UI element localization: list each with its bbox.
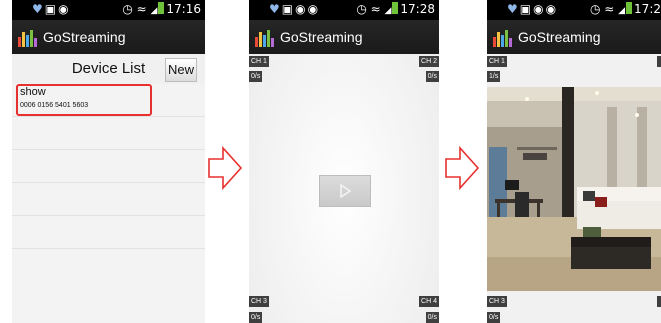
status-notification-icons: ♥▣◉	[32, 2, 71, 16]
next-step-arrow-icon	[445, 145, 480, 191]
app-bar: GoStreaming	[249, 20, 439, 54]
device-list-header: Device List New	[12, 54, 205, 84]
battery-icon	[626, 2, 633, 14]
status-notification-icons: ♥▣◉◉	[269, 2, 321, 16]
app-title: GoStreaming	[43, 29, 126, 45]
channel-3-label[interactable]: CH 3	[487, 296, 507, 307]
gostreaming-logo-icon	[493, 27, 515, 47]
status-time: 17:28	[400, 2, 435, 16]
status-right: ◷ ≈ ◢ 17:16	[122, 2, 201, 16]
new-device-button[interactable]: New	[165, 58, 197, 82]
status-right: ◷ ≈ ◢ 17:2	[589, 2, 661, 16]
camera-live-image[interactable]	[487, 87, 661, 291]
channel-3-label[interactable]: CH 3	[249, 296, 269, 307]
status-bar: ♥▣◉ ◷ ≈ ◢ 17:16	[12, 0, 205, 20]
status-notification-icons: ♥▣◉◉	[507, 2, 559, 16]
battery-icon	[158, 2, 165, 14]
phone-screen-device-list: ♥▣◉ ◷ ≈ ◢ 17:16 GoStreaming Device List N…	[12, 0, 205, 323]
status-right: ◷ ≈ ◢ 17:28	[356, 2, 435, 16]
channel-2-label[interactable]: CH 2	[419, 56, 439, 67]
status-time: 17:16	[166, 2, 201, 16]
channel-2-label-clipped[interactable]	[657, 56, 661, 67]
battery-icon	[392, 2, 399, 14]
app-bar: GoStreaming	[12, 20, 205, 54]
channel-3-rate: 0/s	[249, 312, 263, 323]
channel-2-rate: 0/s	[425, 71, 439, 82]
channel-3-rate: 0/s	[487, 312, 501, 323]
gostreaming-logo-icon	[255, 27, 277, 47]
app-title: GoStreaming	[280, 29, 363, 45]
status-bar: ♥▣◉◉ ◷ ≈ ◢ 17:28	[249, 0, 439, 20]
play-icon	[340, 183, 352, 199]
next-step-arrow-icon	[208, 145, 243, 191]
channel-1-rate: 1/s	[487, 71, 501, 82]
channel-4-label-clipped[interactable]	[657, 296, 661, 307]
channel-1-label[interactable]: CH 1	[249, 56, 269, 67]
status-bar: ♥▣◉◉ ◷ ≈ ◢ 17:2	[487, 0, 661, 20]
empty-list-row	[12, 150, 205, 183]
channel-4-rate: 0/s	[425, 312, 439, 323]
empty-list-row	[12, 117, 205, 150]
channel-1-rate: 0/s	[249, 71, 263, 82]
empty-list-row	[12, 183, 205, 216]
app-title: GoStreaming	[518, 29, 601, 45]
empty-list-row	[12, 216, 205, 249]
phone-screen-channels: ♥▣◉◉ ◷ ≈ ◢ 17:28 GoStreaming CH 1 0/s CH …	[249, 0, 439, 323]
highlight-box	[16, 84, 152, 116]
status-time: 17:2	[634, 2, 661, 16]
app-bar: GoStreaming	[487, 20, 661, 54]
channel-4-label[interactable]: CH 4	[419, 296, 439, 307]
channel-1-label[interactable]: CH 1	[487, 56, 507, 67]
gostreaming-logo-icon	[18, 27, 40, 47]
play-button[interactable]	[319, 175, 371, 207]
